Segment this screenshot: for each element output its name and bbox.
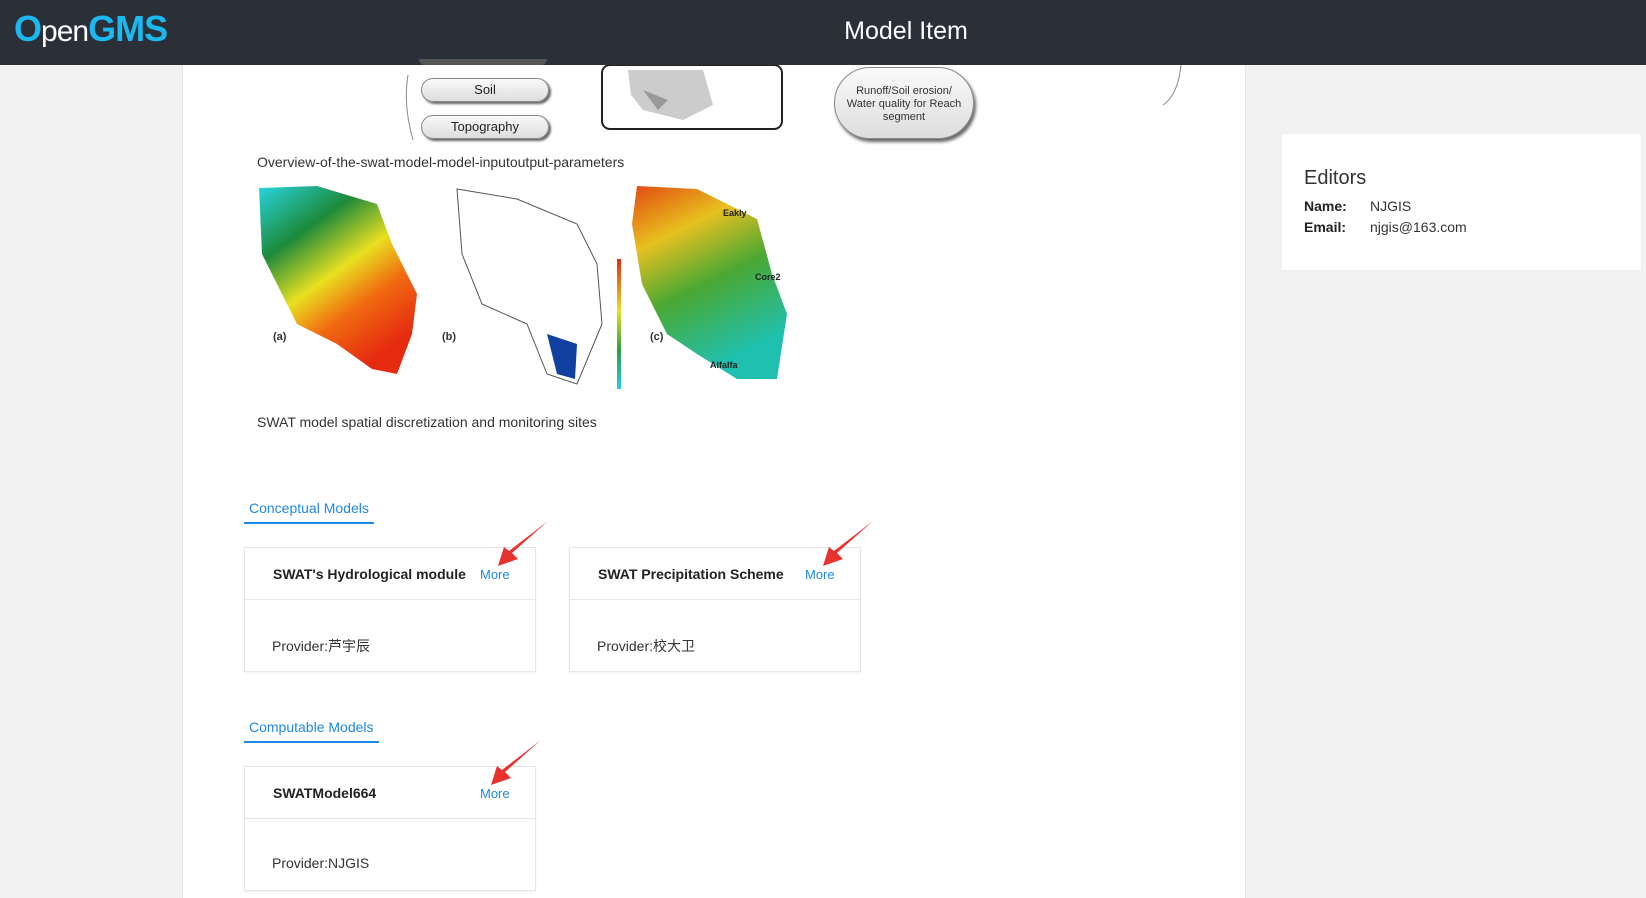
- name-label: Name:: [1304, 198, 1347, 214]
- main-content: Soil Topography Runoff/Soil erosion/ Wat…: [182, 59, 1246, 898]
- editors-title: Editors: [1304, 167, 1367, 189]
- model-card: SWAT Precipitation Scheme More Provider:校…: [569, 547, 861, 672]
- card-title[interactable]: SWAT's Hydrological module: [273, 566, 466, 582]
- tab-computable-models[interactable]: Computable Models: [244, 719, 379, 743]
- soil-label: Soil: [421, 78, 549, 102]
- map-label-a: (a): [273, 331, 287, 343]
- more-link[interactable]: More: [480, 567, 510, 582]
- model-card: SWAT's Hydrological module More Provider:…: [244, 547, 536, 672]
- site-core2: Core2: [755, 272, 781, 282]
- card-title[interactable]: SWAT Precipitation Scheme: [598, 566, 784, 582]
- site-alfalfa: Alfalfa: [710, 360, 739, 370]
- editors-panel: Editors Name: NJGIS Email: njgis@163.com: [1281, 133, 1642, 271]
- figure-caption: Overview-of-the-swat-model-model-inputou…: [257, 154, 625, 170]
- page-title: Model Item: [844, 17, 968, 45]
- site-eakly: Eakly: [723, 208, 747, 218]
- red-arrow-icon: [491, 740, 541, 785]
- map-label-b: (b): [442, 331, 456, 343]
- editor-email: njgis@163.com: [1370, 219, 1467, 235]
- swat-spatial-maps: (a) (b) (c) Eakly Core2 Alfalfa: [259, 186, 787, 389]
- card-provider: Provider:NJGIS: [272, 855, 370, 871]
- editor-name-row: Name: NJGIS: [1304, 198, 1411, 214]
- more-link[interactable]: More: [480, 786, 510, 801]
- card-provider: Provider:芦宇辰: [272, 638, 371, 654]
- editor-name: NJGIS: [1370, 198, 1412, 214]
- red-arrow-icon: [498, 521, 548, 566]
- email-label: Email:: [1304, 219, 1347, 235]
- more-link[interactable]: More: [805, 567, 835, 582]
- figure-caption: SWAT model spatial discretization and mo…: [257, 414, 597, 430]
- card-title[interactable]: SWATModel664: [273, 785, 376, 801]
- card-provider: Provider:校大卫: [597, 638, 696, 654]
- top-navbar: OpenGMS Model Item: [0, 0, 1646, 65]
- tab-conceptual-models[interactable]: Conceptual Models: [244, 500, 374, 524]
- map-label-c: (c): [650, 331, 664, 343]
- red-arrow-icon: [823, 521, 873, 566]
- topography-label: Topography: [421, 115, 549, 139]
- runoff-output-label: Runoff/Soil erosion/ Water quality for R…: [834, 67, 974, 139]
- editor-email-row: Email: njgis@163.com: [1304, 219, 1467, 235]
